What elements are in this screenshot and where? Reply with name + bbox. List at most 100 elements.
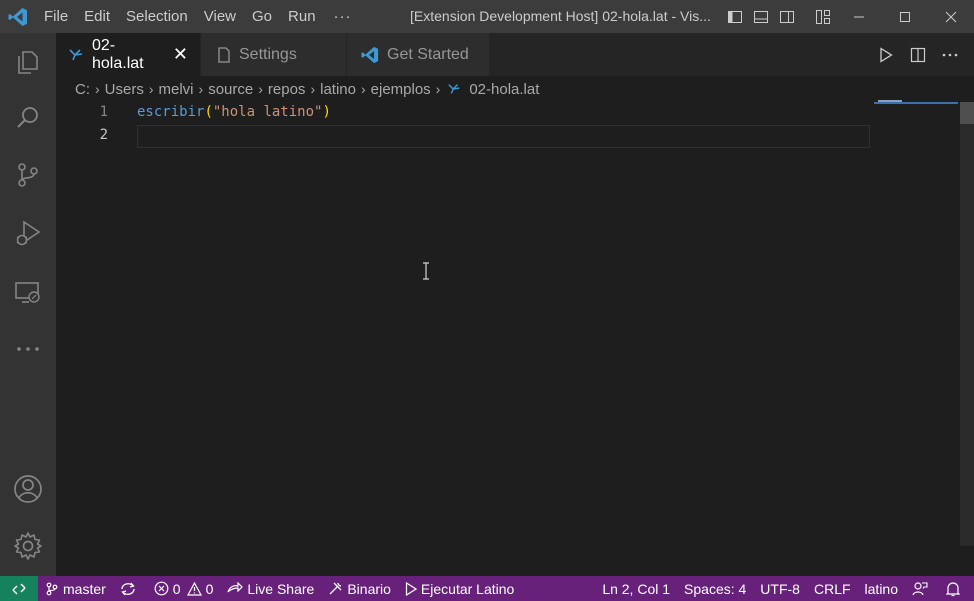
breadcrumb-item[interactable]: repos	[268, 81, 306, 98]
chevron-right-icon: ›	[148, 81, 154, 97]
menu-go[interactable]: Go	[244, 0, 280, 33]
breadcrumb-item[interactable]: latino	[320, 81, 356, 98]
toggle-primary-sidebar-icon[interactable]	[722, 0, 748, 33]
customize-layout-icon[interactable]	[810, 0, 836, 33]
menu-run[interactable]: Run	[280, 0, 324, 33]
code-paren-token: (	[204, 104, 213, 120]
window-controls	[836, 0, 974, 33]
breadcrumb-item[interactable]: source	[208, 81, 253, 98]
breadcrumb-file[interactable]: 02-hola.lat	[469, 81, 539, 98]
status-bar: master 0 0 Live Share Binario Ejecutar L…	[0, 576, 974, 601]
vscode-icon	[361, 46, 379, 64]
scrollbar-thumb[interactable]	[960, 102, 974, 124]
toggle-secondary-sidebar-icon[interactable]	[774, 0, 800, 33]
chevron-right-icon: ›	[360, 81, 366, 97]
toggle-panel-icon[interactable]	[748, 0, 774, 33]
menu-file[interactable]: File	[36, 0, 76, 33]
tab-get-started[interactable]: Get Started	[347, 33, 490, 76]
menu-more-button[interactable]: ···	[324, 0, 362, 33]
code-editor[interactable]: 1 2 escribir("hola latino")	[56, 100, 974, 576]
current-line-highlight	[137, 125, 870, 148]
minimap-line	[878, 100, 902, 102]
live-share-label: Live Share	[247, 580, 315, 597]
menu-view[interactable]: View	[196, 0, 244, 33]
notifications-bell-icon[interactable]	[939, 576, 974, 601]
tab-label: 02-hola.lat	[92, 36, 144, 72]
run-debug-icon[interactable]	[0, 205, 56, 261]
editor-actions	[870, 33, 974, 76]
vscode-logo-icon	[0, 0, 36, 33]
vertical-scrollbar[interactable]	[960, 102, 974, 546]
binario-label: Binario	[347, 580, 391, 597]
sync-icon[interactable]	[113, 576, 147, 601]
branch-label: master	[63, 580, 106, 597]
window-title: [Extension Development Host] 02-hola.lat…	[410, 8, 711, 24]
layout-controls	[722, 0, 836, 33]
live-share-icon	[227, 581, 244, 592]
error-icon	[154, 581, 169, 596]
latino-file-icon	[68, 47, 84, 63]
end-of-line[interactable]: CRLF	[807, 576, 858, 601]
menu-bar: File Edit Selection View Go Run ···	[36, 0, 362, 33]
breadcrumb: C: › Users › melvi › source › repos › latino ›…	[56, 76, 974, 102]
code-function-token: escribir	[137, 104, 205, 120]
settings-file-icon	[217, 46, 231, 63]
ejecutar-latino-button[interactable]: Ejecutar Latino	[398, 576, 521, 601]
close-window-icon[interactable]	[928, 0, 974, 33]
code-string-token: "hola latino"	[212, 104, 323, 120]
breadcrumb-item[interactable]: Users	[105, 81, 144, 98]
status-bar-right: Ln 2, Col 1 Spaces: 4 UTF-8 CRLF latino	[595, 576, 974, 601]
language-mode[interactable]: latino	[858, 576, 905, 601]
more-views-icon[interactable]	[0, 321, 56, 377]
editor-tab-bar: 02-hola.lat ✕ Settings Get Started	[56, 33, 974, 76]
search-icon[interactable]	[0, 90, 56, 146]
run-file-icon[interactable]	[870, 33, 902, 76]
git-branch-icon	[46, 582, 58, 595]
indentation[interactable]: Spaces: 4	[677, 576, 753, 601]
split-editor-icon[interactable]	[902, 33, 934, 76]
encoding[interactable]: UTF-8	[753, 576, 807, 601]
more-actions-icon[interactable]	[934, 33, 966, 76]
accounts-icon[interactable]	[0, 461, 56, 517]
chevron-right-icon: ›	[435, 81, 441, 97]
chevron-right-icon: ›	[95, 81, 100, 97]
error-count: 0	[172, 580, 181, 597]
tab-settings[interactable]: Settings	[201, 33, 347, 76]
ejecutar-label: Ejecutar Latino	[420, 580, 515, 597]
tab-label: Get Started	[387, 45, 469, 63]
breadcrumb-item[interactable]: melvi	[159, 81, 194, 98]
chevron-right-icon: ›	[198, 81, 204, 97]
menu-selection[interactable]: Selection	[118, 0, 196, 33]
live-share-button[interactable]: Live Share	[220, 576, 321, 601]
remote-indicator-icon[interactable]	[0, 576, 38, 601]
chevron-right-icon: ›	[258, 81, 263, 97]
problems-button[interactable]: 0 0	[147, 576, 221, 601]
binario-button[interactable]: Binario	[321, 576, 398, 601]
branch-button[interactable]: master	[38, 576, 113, 601]
line-number: 2	[99, 127, 108, 143]
menu-edit[interactable]: Edit	[76, 0, 118, 33]
minimap[interactable]	[874, 102, 958, 104]
tab-02-hola-lat[interactable]: 02-hola.lat ✕	[56, 33, 201, 76]
cursor-position[interactable]: Ln 2, Col 1	[595, 576, 677, 601]
title-bar: File Edit Selection View Go Run ··· [Ext…	[0, 0, 974, 33]
explorer-icon[interactable]	[0, 33, 56, 89]
manage-gear-icon[interactable]	[0, 518, 56, 574]
warning-count: 0	[205, 580, 214, 597]
latino-file-icon	[447, 82, 461, 96]
breadcrumb-item[interactable]: ejemplos	[371, 81, 431, 98]
line-number: 1	[99, 104, 108, 120]
breadcrumb-item[interactable]: C:	[75, 81, 90, 98]
remote-explorer-icon[interactable]	[0, 265, 56, 321]
mouse-ibeam-icon	[422, 262, 430, 280]
minimize-icon[interactable]	[836, 0, 882, 33]
activity-bar	[0, 33, 56, 576]
maximize-icon[interactable]	[882, 0, 928, 33]
play-icon	[405, 581, 417, 596]
feedback-icon[interactable]	[905, 576, 939, 601]
source-control-icon[interactable]	[0, 147, 56, 203]
tab-label: Settings	[239, 45, 297, 63]
close-tab-icon[interactable]: ✕	[173, 44, 188, 65]
code-paren-token: )	[322, 104, 331, 120]
code-line-1[interactable]: escribir("hola latino")	[137, 104, 331, 120]
